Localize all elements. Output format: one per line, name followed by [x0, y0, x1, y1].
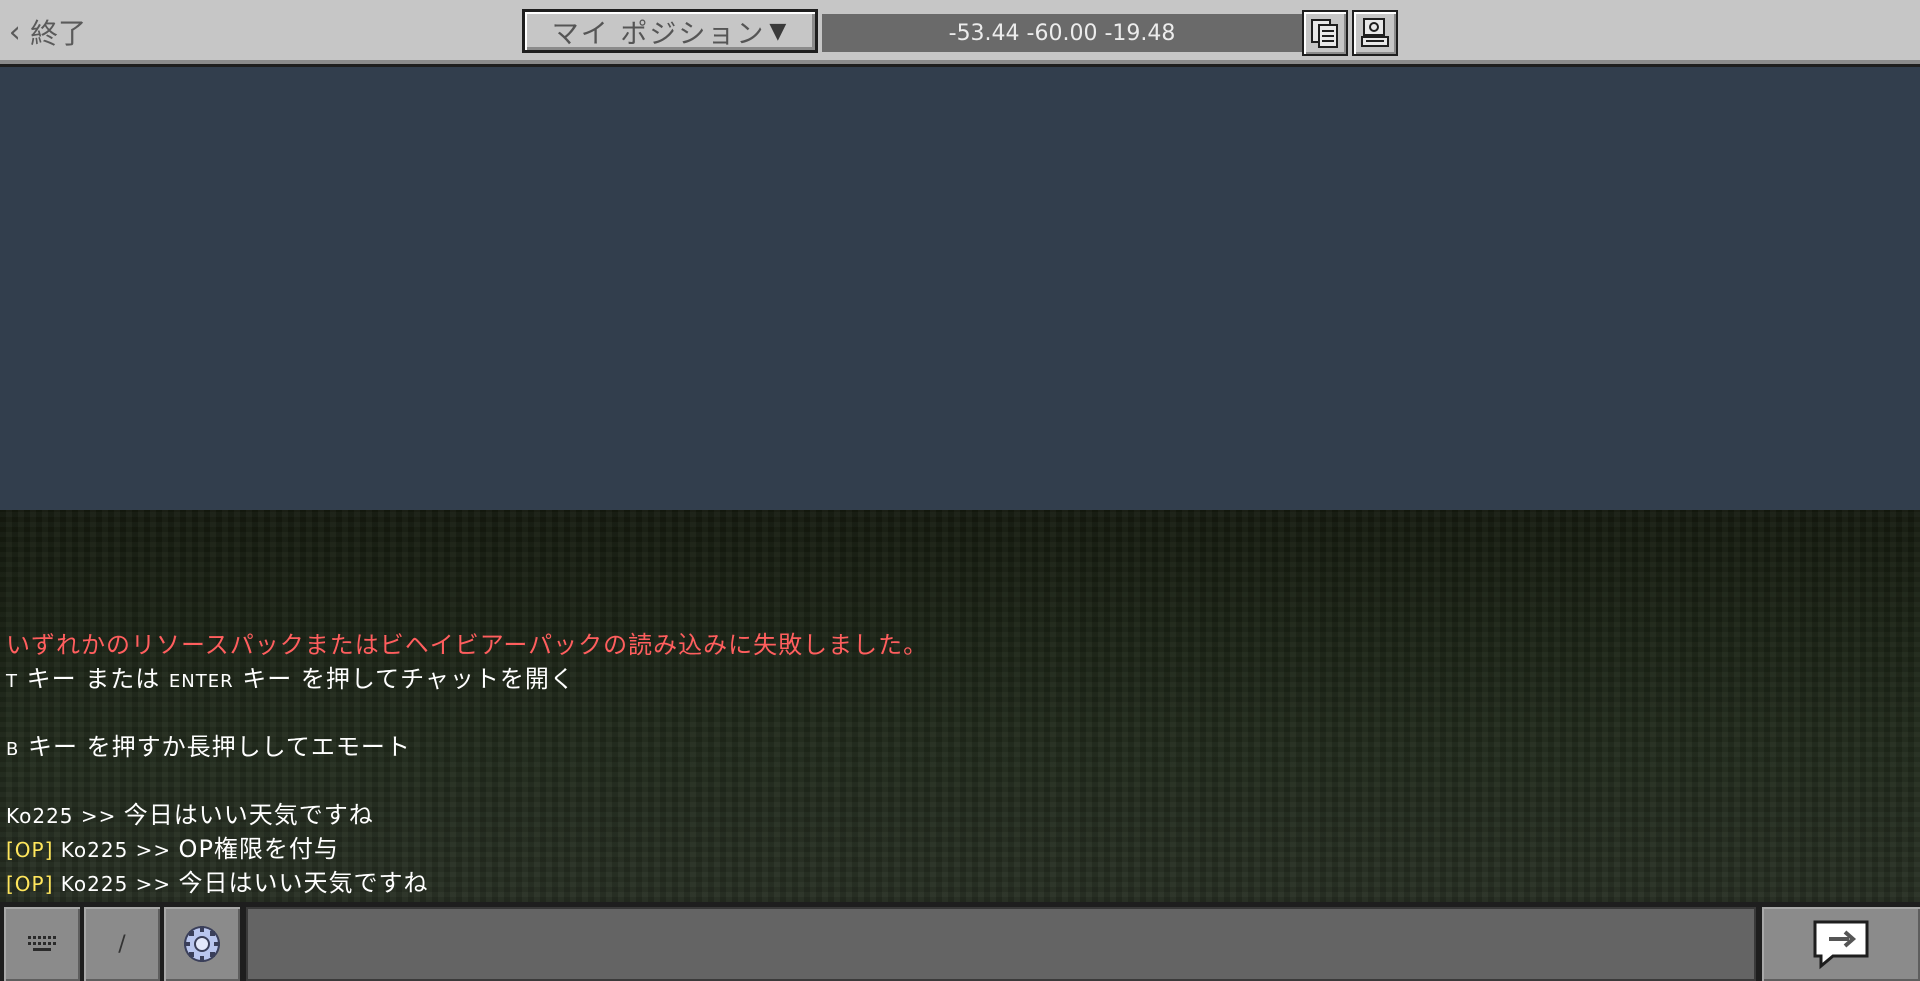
chat-input[interactable] — [246, 907, 1756, 981]
sky — [0, 67, 1920, 511]
chat-error-line: いずれかのリソースパックまたはビヘイビアーパックの読み込みに失敗しました。 — [6, 631, 929, 659]
position-dropdown-label: マイ ポジション — [551, 18, 766, 50]
exit-label: 終了 — [30, 17, 87, 50]
chat-hint-t-line: T キー または ENTER キー を押してチャットを開く — [6, 662, 1306, 696]
coordinates-display: -53.44 -60.00 -19.48 — [822, 14, 1302, 52]
slash-label: / — [118, 931, 126, 957]
hint-t-enter: ENTER — [168, 671, 234, 692]
emote-button[interactable] — [164, 907, 240, 981]
chat-text: OP権限を付与 — [178, 835, 339, 863]
send-button[interactable] — [1762, 907, 1920, 981]
chat-message: Ko225 >> 今日はいい天気ですね — [6, 798, 1306, 832]
chat-log: いずれかのリソースパックまたはビヘイビアーパックの読み込みに失敗しました。 T … — [6, 628, 1306, 900]
chat-sender: Ko225 >> — [53, 872, 179, 896]
send-speech-bubble-icon — [1813, 920, 1869, 970]
coordinates-text: -53.44 -60.00 -19.48 — [948, 20, 1176, 46]
copy-icon — [1311, 19, 1338, 48]
exit-button[interactable]: ‹ 終了 — [6, 10, 86, 54]
chat-hint-b-line: B キー を押すか長押ししてエモート — [6, 730, 1306, 764]
copy-stamp-icon — [1361, 18, 1389, 47]
chat-spacer — [6, 696, 1306, 730]
hint-b-tail: キー を押すか長押ししてエモート — [19, 733, 411, 761]
chat-text: 今日はいい天気ですね — [123, 801, 374, 829]
chat-sender: Ko225 >> — [53, 838, 179, 862]
copy-coordinates-button[interactable] — [1302, 10, 1348, 56]
copy-coordinates-alt-button[interactable] — [1352, 10, 1398, 56]
top-bar: ‹ 終了 マイ ポジション ▼ -53.44 -60.00 -19.48 — [0, 0, 1920, 67]
chevron-left-icon: ‹ — [6, 14, 25, 50]
chat-op-tag: [OP] — [6, 838, 54, 862]
chat-sender: Ko225 >> — [6, 804, 124, 828]
position-dropdown[interactable]: マイ ポジション ▼ — [522, 9, 818, 53]
chat-text: 今日はいい天気ですね — [178, 869, 429, 897]
emote-wheel-icon — [184, 926, 220, 962]
game-screen: ‹ 終了 マイ ポジション ▼ -53.44 -60.00 -19.48 いずれ… — [0, 0, 1920, 981]
hint-b-key: B — [6, 739, 20, 760]
chat-op-tag: [OP] — [6, 872, 54, 896]
keyboard-icon — [28, 936, 56, 951]
hint-t-mid: キー または — [18, 665, 169, 693]
chat-spacer — [6, 764, 1306, 798]
chat-bottom-bar: / — [0, 902, 1920, 981]
chat-message: [OP] Ko225 >> 今日はいい天気ですね — [6, 866, 1306, 900]
keyboard-button[interactable] — [4, 907, 80, 981]
chat-message: [OP] Ko225 >> OP権限を付与 — [6, 832, 1306, 866]
triangle-down-icon: ▼ — [769, 18, 789, 44]
command-slash-button[interactable]: / — [84, 907, 160, 981]
hint-t-key: T — [6, 671, 18, 692]
hint-t-tail: キー を押してチャットを開く — [233, 665, 575, 693]
